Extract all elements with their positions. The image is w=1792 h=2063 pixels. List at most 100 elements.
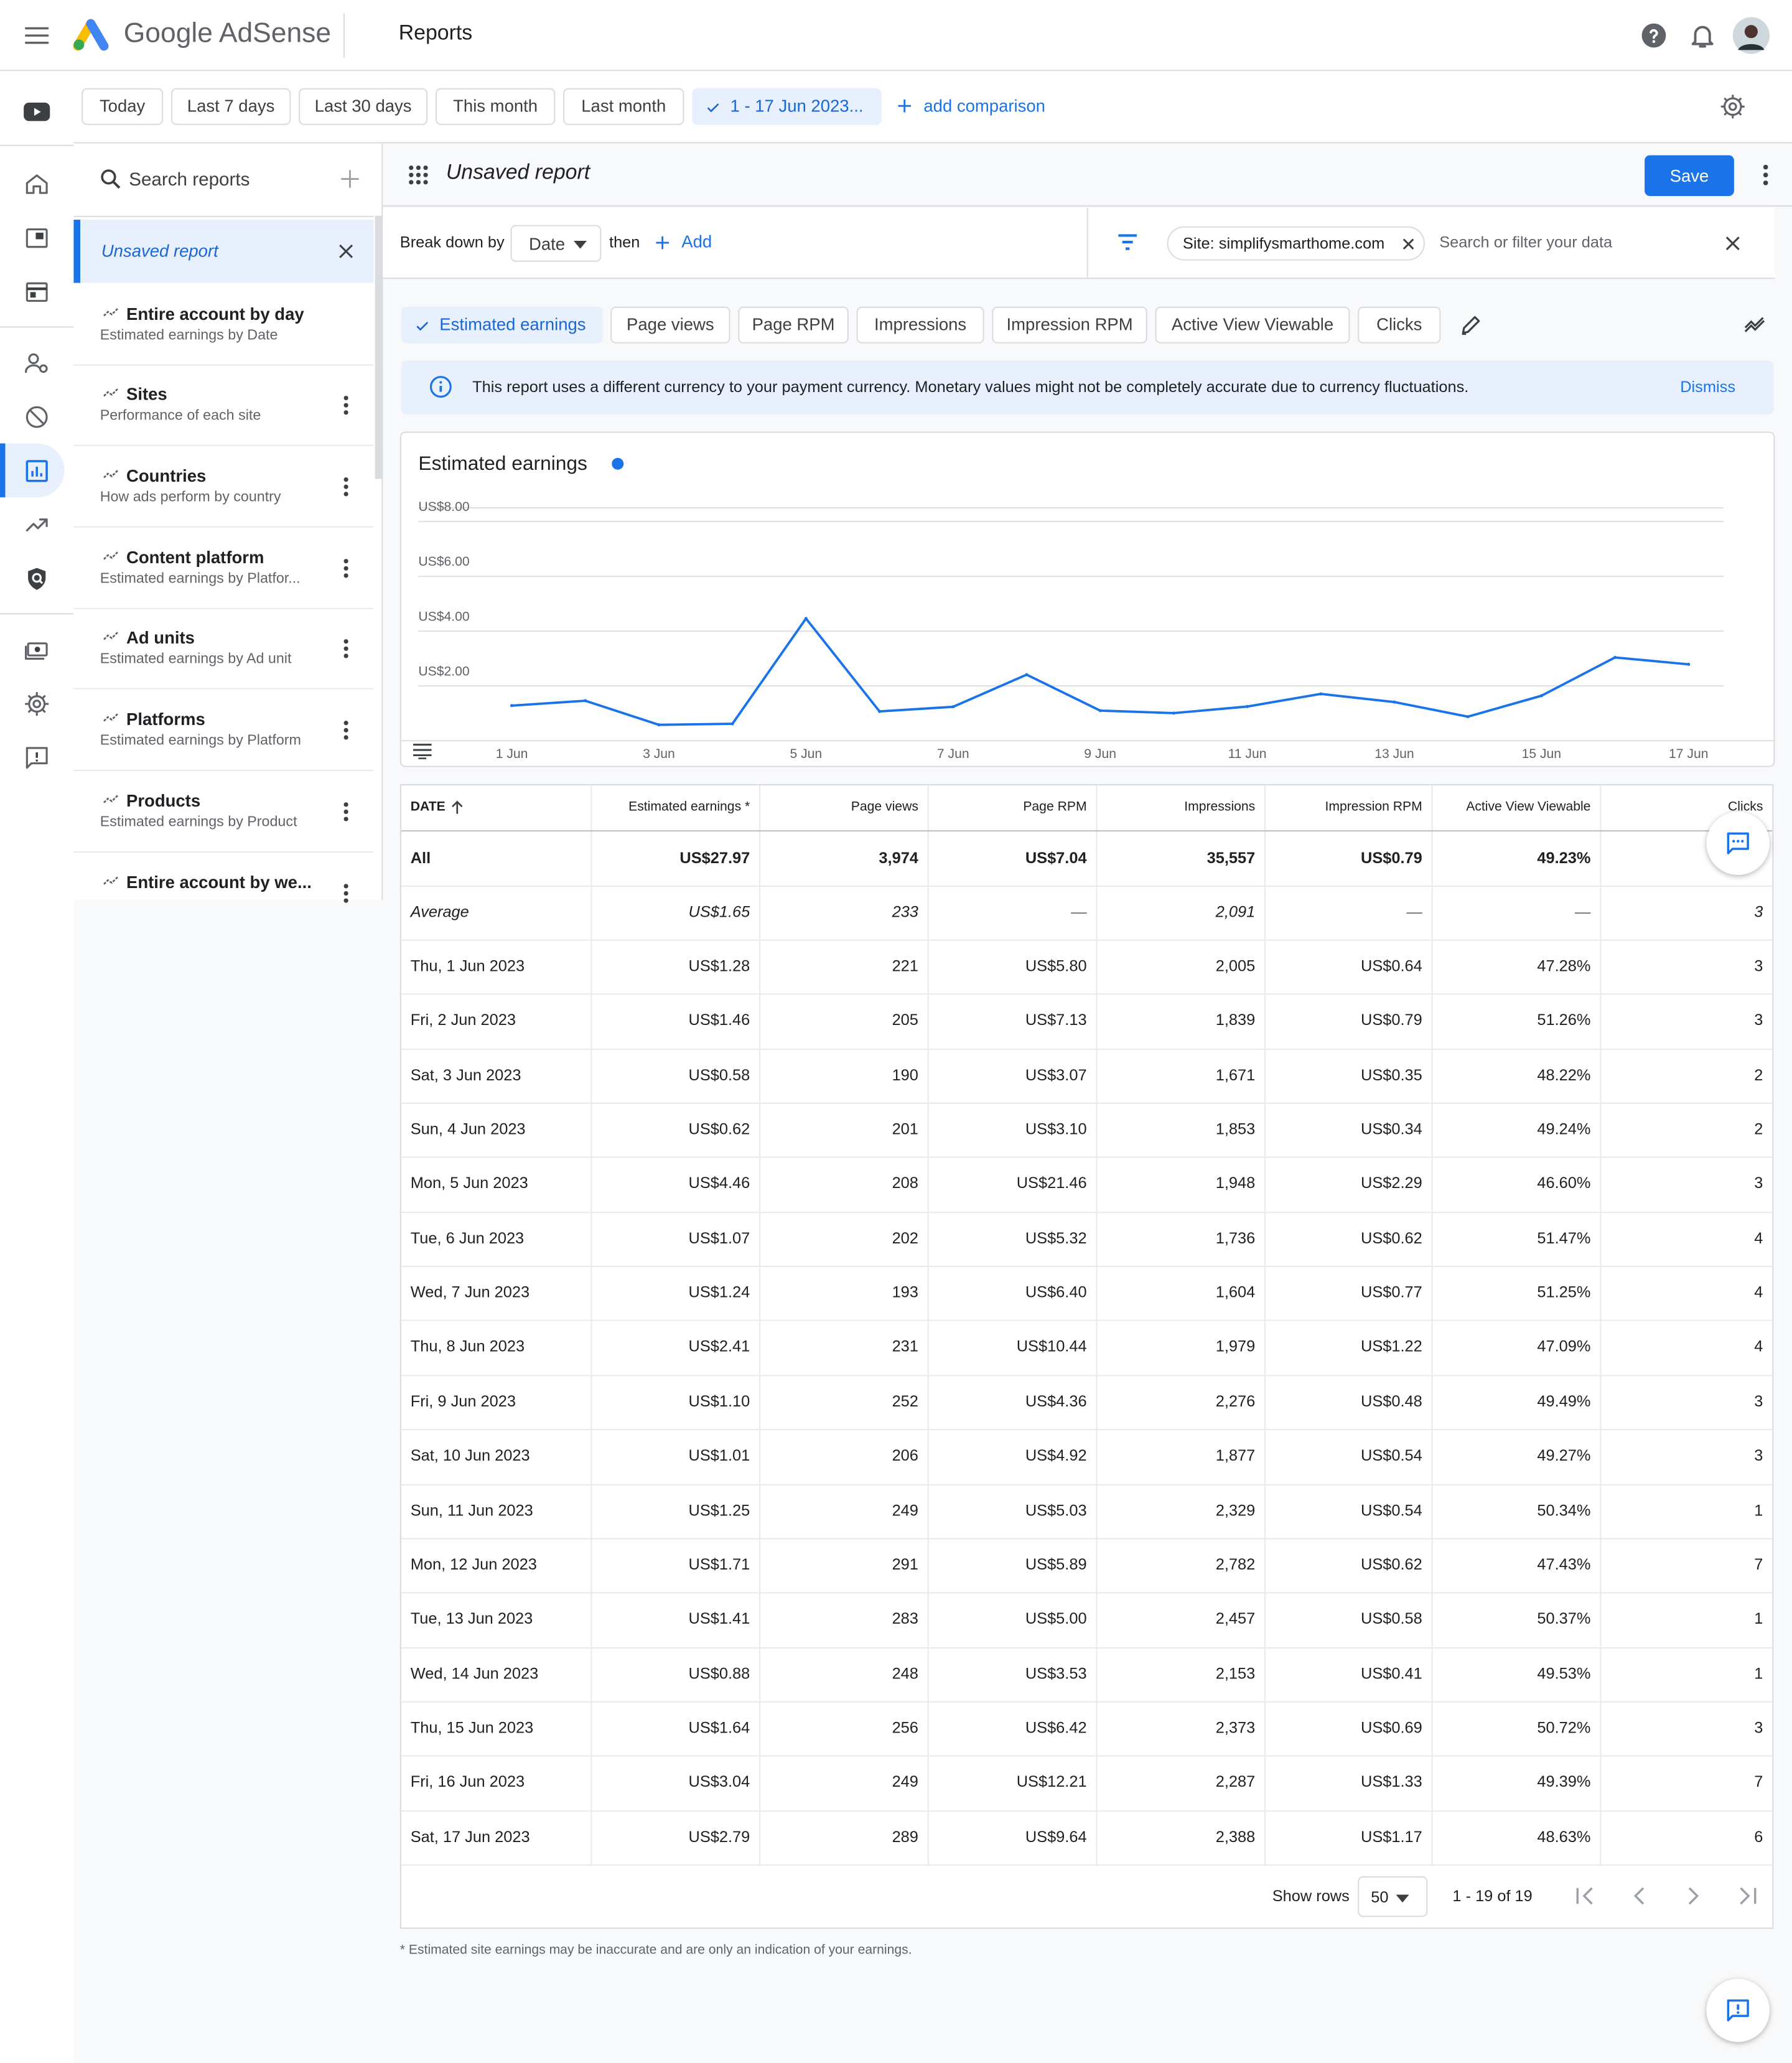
optimization-icon[interactable] [24,512,50,538]
sidebar-scrollbar[interactable] [375,215,383,479]
data-point[interactable] [1687,662,1691,666]
metric-chip-page-views[interactable]: Page views [610,306,730,344]
data-point[interactable] [510,704,514,708]
sidebar-report-item[interactable]: Content platform Estimated earnings by Pl… [73,528,374,609]
metric-chip-page-rpm[interactable]: Page RPM [738,306,849,344]
add-breakdown-icon[interactable] [654,234,671,251]
filter-search-input[interactable]: Search or filter your data [1439,233,1612,251]
report-more-icon[interactable] [340,883,353,904]
previous-page-icon[interactable] [1629,1886,1650,1907]
column-header[interactable]: Impression RPM [1325,800,1422,814]
report-settings-icon[interactable] [1720,93,1746,119]
report-more-icon[interactable] [340,638,353,659]
close-report-icon[interactable] [337,242,355,261]
data-point[interactable] [584,699,587,703]
column-header[interactable]: DATE [411,800,446,814]
column-header[interactable]: Estimated earnings * [628,800,750,814]
sites-icon[interactable] [24,225,50,251]
data-point[interactable] [1613,655,1617,660]
data-point[interactable] [1098,709,1102,713]
report-title[interactable]: Unsaved report [446,162,590,185]
metric-chip-impressions[interactable]: Impressions [856,306,984,344]
remove-filter-icon[interactable] [1401,237,1416,251]
data-point[interactable] [951,705,955,709]
column-header[interactable]: Active View Viewable [1466,800,1590,814]
report-more-icon[interactable] [340,719,353,741]
more-options-icon[interactable] [1755,163,1776,187]
report-more-icon[interactable] [340,476,353,497]
report-more-icon[interactable] [340,395,353,416]
payments-icon[interactable] [24,637,50,663]
feedback-fab[interactable] [1706,1978,1770,2042]
policy-center-icon[interactable] [24,566,50,592]
next-page-icon[interactable] [1682,1886,1704,1907]
column-header[interactable]: Impressions [1184,800,1255,814]
data-point[interactable] [1319,692,1323,696]
clear-filters-icon[interactable] [1724,234,1742,253]
blocking-controls-icon[interactable] [24,404,50,430]
metric-chip-active-view-viewable[interactable]: Active View Viewable [1155,306,1350,344]
chart-toggle-icon[interactable] [1743,314,1767,333]
apps-grid-icon[interactable] [408,164,429,185]
sidebar-report-item[interactable]: Sites Performance of each site [73,365,374,446]
feedback-icon[interactable] [24,745,50,771]
sidebar-report-item[interactable]: Entire account by day Estimated earnings … [73,285,374,366]
breakdown-select[interactable]: Date [510,225,602,262]
add-comparison-link[interactable]: add comparison [923,96,1045,116]
sidebar-report-item[interactable]: Platforms Estimated earnings by Platform [73,690,374,771]
feedback-fab-table[interactable] [1706,812,1770,875]
first-page-icon[interactable] [1575,1886,1596,1907]
metric-chip-impression-rpm[interactable]: Impression RPM [992,306,1147,344]
data-point[interactable] [657,723,661,727]
dismiss-button[interactable]: Dismiss [1680,378,1735,396]
data-point[interactable] [1172,711,1175,715]
ads-icon[interactable] [24,279,50,305]
filter-icon[interactable] [1117,233,1138,251]
youtube-icon[interactable] [24,101,50,123]
date-chip-this-month[interactable]: This month [435,88,556,125]
date-chip-custom-range[interactable]: 1 - 17 Jun 2023... [692,88,882,125]
metric-chip-clicks[interactable]: Clicks [1358,306,1441,344]
data-point[interactable] [1393,700,1396,704]
help-icon[interactable] [1640,21,1669,50]
date-chip-today[interactable]: Today [82,88,164,125]
add-breakdown-link[interactable]: Add [681,232,712,251]
account-avatar[interactable] [1732,17,1770,54]
data-point[interactable] [878,709,882,713]
data-point[interactable] [730,722,734,726]
last-page-icon[interactable] [1737,1886,1758,1907]
report-more-icon[interactable] [340,558,353,579]
column-header[interactable]: Page RPM [1023,800,1086,814]
new-report-icon[interactable] [340,169,361,190]
data-point[interactable] [1539,694,1543,698]
date-chip-last-month[interactable]: Last month [563,88,684,125]
date-chip-last-7-days[interactable]: Last 7 days [170,88,291,125]
sidebar-report-item[interactable]: Entire account by we... [73,854,374,903]
data-point[interactable] [1466,715,1470,719]
edit-metrics-icon[interactable] [1459,313,1483,337]
save-button[interactable]: Save [1645,155,1734,197]
rows-per-page-select[interactable]: 50 [1358,1876,1428,1917]
report-more-icon[interactable] [340,802,353,823]
data-point[interactable] [804,617,808,620]
data-point[interactable] [1246,704,1249,708]
site-filter-chip[interactable]: Site: simplifysmarthome.com [1167,226,1426,261]
main-menu-icon[interactable] [22,21,52,50]
home-icon[interactable] [24,171,50,197]
data-point[interactable] [1025,673,1029,676]
notifications-icon[interactable] [1688,21,1717,50]
settings-icon[interactable] [24,691,50,717]
date-chip-last-30-days[interactable]: Last 30 days [298,88,428,125]
table-cell: US$21.46 [1016,1174,1087,1193]
reports-icon[interactable] [24,458,50,484]
sidebar-report-item[interactable]: Countries How ads perform by country [73,447,374,528]
search-reports-input[interactable]: Search reports [129,169,250,190]
sort-ascending-icon[interactable] [450,800,464,815]
privacy-messaging-icon[interactable] [24,350,50,376]
chart-menu-icon[interactable] [412,744,433,759]
sidebar-report-item[interactable]: Ad units Estimated earnings by Ad unit [73,609,374,690]
add-icon[interactable] [896,97,913,114]
sidebar-report-item[interactable]: Products Estimated earnings by Product [73,772,374,853]
column-header[interactable]: Page views [851,800,918,814]
metric-chip-estimated-earnings[interactable]: Estimated earnings [401,306,603,344]
